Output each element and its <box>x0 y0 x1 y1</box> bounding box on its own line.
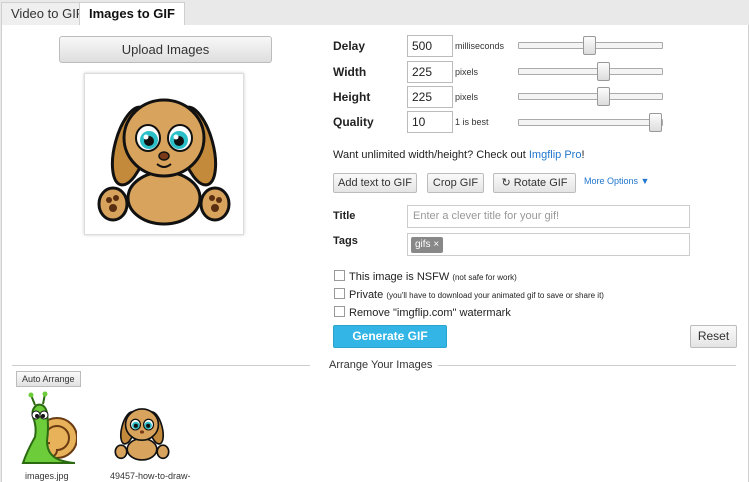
crop-gif-button[interactable]: Crop GIF <box>427 173 484 193</box>
nsfw-checkbox[interactable] <box>334 270 345 281</box>
rotate-label: Rotate GIF <box>513 177 568 189</box>
arrange-title: Arrange Your Images <box>327 359 435 371</box>
promo-suffix: ! <box>581 149 585 161</box>
arrange-divider-left <box>12 365 310 366</box>
nsfw-note: (not safe for work) <box>452 273 517 282</box>
imgflip-pro-link[interactable]: Imgflip Pro <box>529 149 582 161</box>
watermark-label: Remove "imgflip.com" watermark <box>349 307 511 319</box>
promo-text: Want unlimited width/height? Check out <box>333 149 529 161</box>
quality-unit: 1 is best <box>455 117 489 127</box>
height-slider-handle[interactable] <box>597 87 610 106</box>
delay-slider-handle[interactable] <box>583 36 596 55</box>
auto-arrange-button[interactable]: Auto Arrange <box>16 371 81 387</box>
puppy-preview-image <box>97 98 231 226</box>
height-input[interactable]: 225 <box>407 86 453 108</box>
private-checkbox[interactable] <box>334 288 345 299</box>
snail-thumbnail-image <box>21 391 78 464</box>
quality-slider-handle[interactable] <box>649 113 662 132</box>
thumbnail-filename: images.jpg <box>25 471 69 481</box>
generate-gif-button[interactable]: Generate GIF <box>333 325 447 348</box>
width-slider[interactable] <box>518 62 663 81</box>
title-label: Title <box>333 210 356 222</box>
reset-button[interactable]: Reset <box>690 325 737 348</box>
delay-slider[interactable] <box>518 36 663 55</box>
title-placeholder: Enter a clever title for your gif! <box>413 210 560 222</box>
width-unit: pixels <box>455 67 479 77</box>
watermark-checkbox[interactable] <box>334 306 345 317</box>
watermark-option[interactable]: Remove "imgflip.com" watermark <box>334 306 511 319</box>
height-slider[interactable] <box>518 87 663 106</box>
arrange-divider-right <box>438 365 736 366</box>
nsfw-label: This image is NSFW <box>349 271 450 283</box>
add-text-button[interactable]: Add text to GIF <box>333 173 417 193</box>
tab-bar: Video to GIF Images to GIF <box>0 0 749 26</box>
more-options-link[interactable]: More Options ▼ <box>584 176 649 186</box>
width-input[interactable]: 225 <box>407 61 453 83</box>
nsfw-option[interactable]: This image is NSFW (not safe for work) <box>334 270 517 283</box>
main-panel: Upload Images Delay 500 milliseconds Wid… <box>1 25 749 482</box>
thumbnail-filename: 49457-how-to-draw- <box>110 471 191 481</box>
tab-images-to-gif[interactable]: Images to GIF <box>79 2 185 26</box>
quality-label: Quality <box>333 115 374 129</box>
rotate-gif-button[interactable]: ↻ Rotate GIF <box>493 173 576 193</box>
private-note: (you'll have to download your animated g… <box>386 291 604 300</box>
pro-promo: Want unlimited width/height? Check out I… <box>333 149 585 161</box>
gif-preview <box>84 73 244 235</box>
tags-label: Tags <box>333 235 358 247</box>
image-thumbnail[interactable] <box>17 391 78 469</box>
puppy-thumbnail-image <box>114 408 170 461</box>
delay-unit: milliseconds <box>455 41 505 51</box>
height-unit: pixels <box>455 92 479 102</box>
private-option[interactable]: Private (you'll have to download your an… <box>334 288 604 301</box>
quality-slider[interactable] <box>518 113 663 132</box>
upload-images-button[interactable]: Upload Images <box>59 36 272 63</box>
rotate-icon: ↻ <box>501 177 511 189</box>
delay-input[interactable]: 500 <box>407 35 453 57</box>
title-input[interactable]: Enter a clever title for your gif! <box>407 205 690 228</box>
tag-chip[interactable]: gifs × <box>411 237 444 253</box>
private-label: Private <box>349 289 384 301</box>
delay-label: Delay <box>333 39 366 53</box>
width-label: Width <box>333 65 367 79</box>
image-thumbnail[interactable] <box>112 396 172 468</box>
tags-input[interactable]: gifs × <box>407 233 690 256</box>
height-label: Height <box>333 90 371 104</box>
width-slider-handle[interactable] <box>597 62 610 81</box>
quality-input[interactable]: 10 <box>407 111 453 133</box>
